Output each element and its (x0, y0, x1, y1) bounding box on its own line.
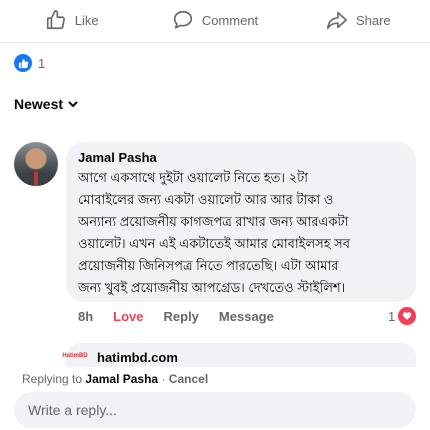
cancel-button[interactable]: Cancel (169, 372, 208, 386)
divider (0, 42, 430, 43)
reaction-count: 1 (38, 55, 46, 71)
reply-author[interactable]: hatimbd.com (97, 350, 178, 365)
avatar[interactable] (14, 142, 58, 186)
comment-reaction-count: 1 (388, 308, 396, 324)
sort-dropdown[interactable]: Newest (14, 96, 79, 112)
share-label: Share (355, 12, 391, 28)
chevron-down-icon (68, 101, 78, 107)
comment-reactions[interactable]: 1 (388, 307, 417, 325)
comment-icon (173, 10, 192, 29)
comment-line: মোবাইলের জন্য একটা ওয়ালেট আর আর টাকা ও (78, 192, 334, 207)
comment-line: অন্যান্য প্রয়োজনীয় কাগজপত্র রাখার জন্য… (78, 214, 349, 229)
comment-meta: 8h Love Reply Message (78, 309, 274, 324)
comment-bubble: Jamal Pasha আগে একসাথে দুইটা ওয়ালেট নিত… (66, 142, 416, 302)
comment-author[interactable]: Jamal Pasha (78, 150, 404, 166)
sort-label: Newest (14, 96, 64, 112)
heart-icon (398, 307, 417, 325)
post-reactions[interactable]: 1 (14, 54, 45, 72)
love-button[interactable]: Love (113, 309, 143, 324)
share-button[interactable]: Share (287, 0, 430, 40)
like-button[interactable]: Like (0, 0, 143, 40)
comment-line: আগে একসাথে দুইটা ওয়ালেট নিতে হত। ২টা (78, 170, 308, 185)
comment-line: প্রয়োজনীয় জিনিসপত্র নিতে পারতেছি। এটা … (78, 258, 339, 273)
comment-text: আগে একসাথে দুইটা ওয়ালেট নিতে হত। ২টা মো… (78, 167, 404, 299)
thumbs-up-icon (46, 10, 65, 30)
comment-line: ওয়ালেট। এখন এই একটাতেই আমার মোবাইলসহ সব (78, 236, 350, 251)
comment-button[interactable]: Comment (143, 0, 286, 40)
replying-prefix: Replying to (22, 372, 83, 386)
reply-avatar-logo[interactable]: HatimBD (62, 347, 88, 365)
message-button[interactable]: Message (219, 309, 274, 324)
like-label: Like (74, 12, 99, 28)
share-icon (326, 11, 347, 30)
reply-input[interactable] (14, 392, 416, 428)
reply-button[interactable]: Reply (164, 309, 199, 324)
replying-target: Jamal Pasha (85, 372, 159, 386)
replying-to-label: Replying to Jamal Pasha · Cancel (22, 372, 208, 386)
comment-label: Comment (201, 12, 259, 28)
post-action-bar: Like Comment Share (0, 0, 430, 40)
comment-time[interactable]: 8h (78, 309, 93, 324)
avatar-lanyard (34, 172, 38, 186)
replying-separator: · (161, 372, 166, 386)
like-reaction-icon (14, 54, 32, 72)
comment-line: জন্য খুবই প্রয়োজনীয় আপগ্রেড। দেখতেও স্… (78, 280, 346, 295)
